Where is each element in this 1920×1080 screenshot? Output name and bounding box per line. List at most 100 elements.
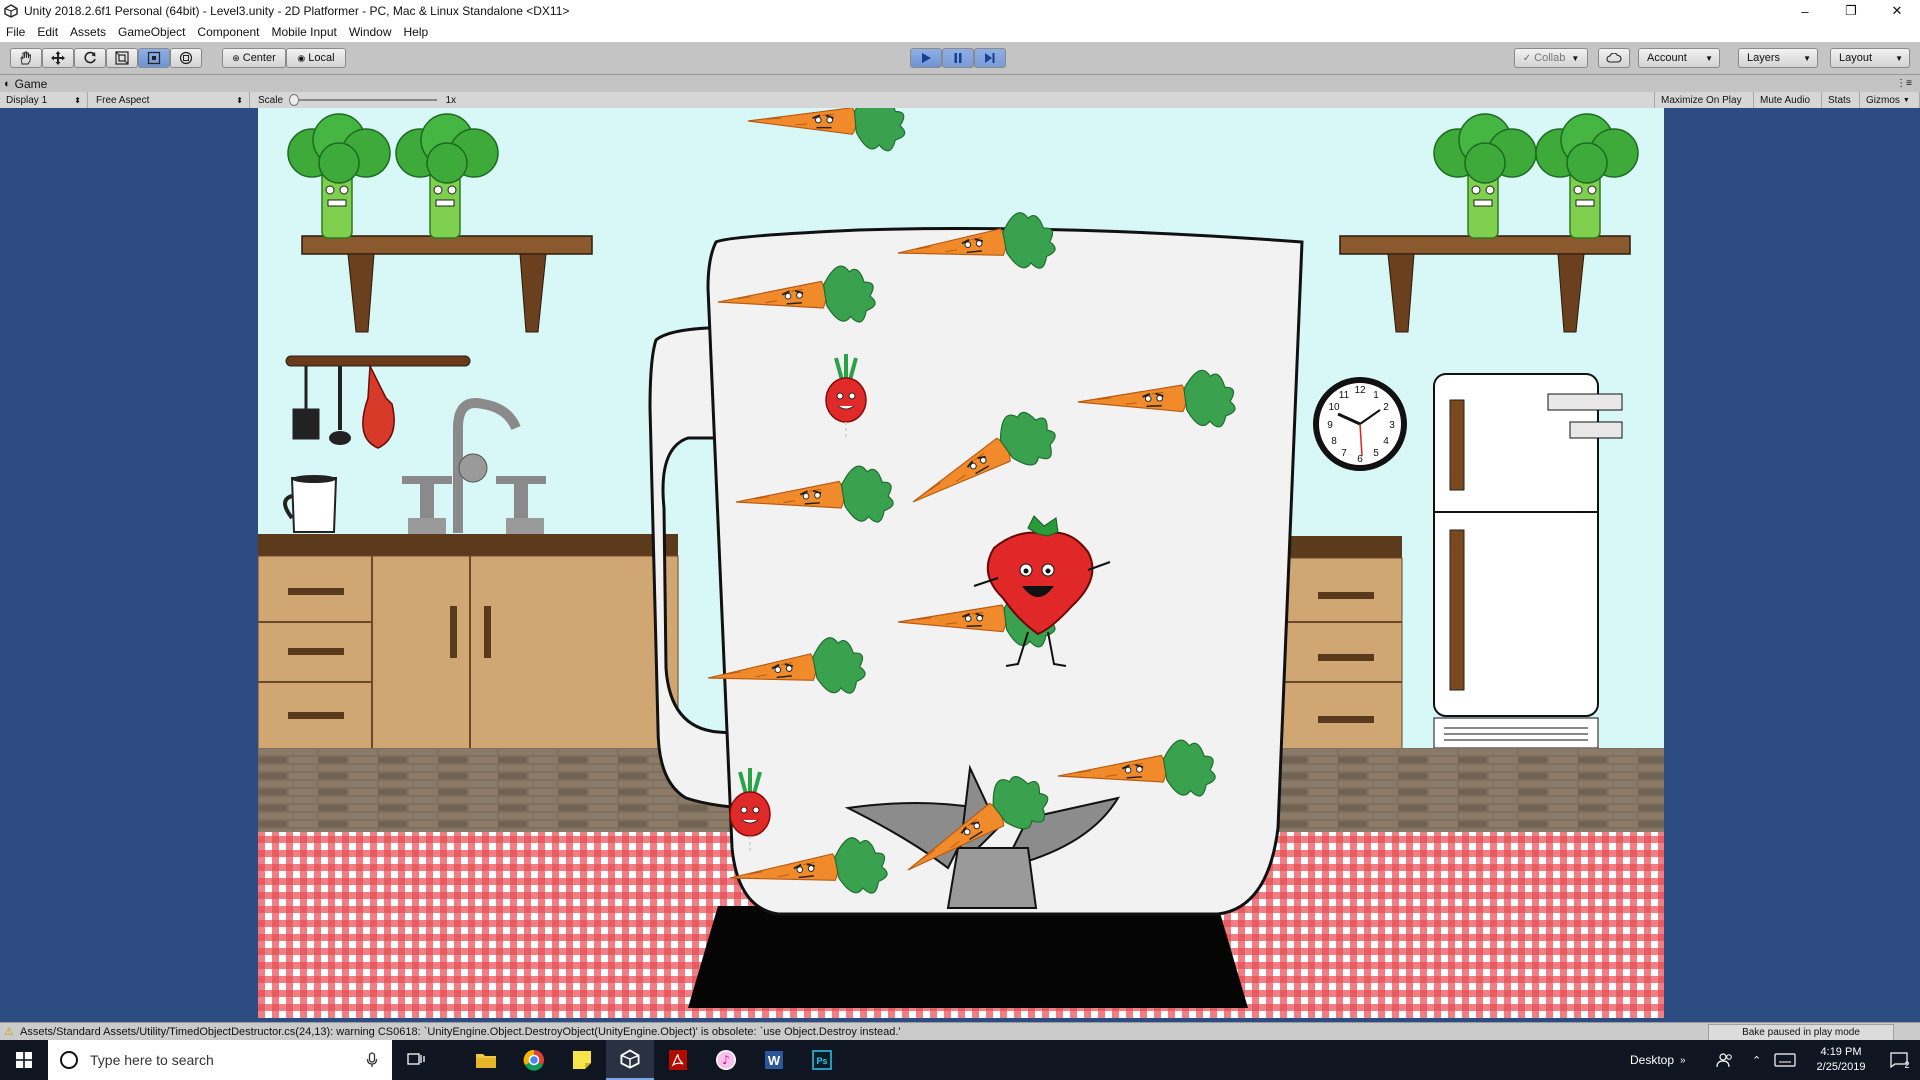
unity-logo-icon: [4, 4, 18, 18]
hand-tool-button[interactable]: [10, 48, 42, 68]
clock-numeral-1: 1: [1373, 390, 1379, 401]
pivot-space-label: Local: [308, 52, 335, 64]
action-center-button[interactable]: 2: [1880, 1040, 1920, 1080]
pivot-mode-label: Center: [242, 52, 276, 64]
account-dropdown[interactable]: Account ▼: [1638, 48, 1720, 68]
unity-icon: [620, 1049, 640, 1069]
scale-slider-thumb[interactable]: [289, 94, 300, 106]
start-button[interactable]: [0, 1040, 48, 1080]
step-button[interactable]: [974, 48, 1006, 68]
menu-help[interactable]: Help: [398, 25, 435, 39]
photoshop-icon: Ps: [812, 1050, 832, 1070]
scale-slider[interactable]: [289, 94, 438, 106]
photoshop-app[interactable]: Ps: [798, 1040, 846, 1080]
game-view-toolbar: Display 1 ⬍ Free Aspect ⬍ Scale 1x Maxim…: [0, 92, 1920, 109]
task-view-button[interactable]: [392, 1040, 440, 1080]
pivot-icon: ⊕: [232, 52, 240, 63]
task-view-icon: [407, 1053, 425, 1065]
chevron-down-icon: ▼: [1705, 53, 1713, 63]
transform-tool-button[interactable]: [170, 48, 202, 68]
bake-status: Bake paused in play mode: [1708, 1024, 1894, 1041]
keyboard-icon[interactable]: [1774, 1040, 1796, 1080]
layout-label: Layout: [1839, 52, 1873, 64]
clock-numeral-10: 10: [1328, 402, 1340, 413]
menu-component[interactable]: Component: [191, 25, 265, 39]
restore-button[interactable]: ❐: [1828, 0, 1874, 22]
clock-numeral-7: 7: [1341, 448, 1347, 459]
windows-logo-icon: [16, 1052, 32, 1068]
panel-tab-bar: [0, 75, 1920, 92]
clock-numeral-12: 12: [1354, 385, 1366, 396]
menu-edit[interactable]: Edit: [31, 25, 64, 39]
collab-button[interactable]: ✓ Collab ▼: [1514, 48, 1588, 68]
close-button[interactable]: ✕: [1874, 0, 1920, 22]
play-button[interactable]: [910, 48, 942, 68]
aspect-dropdown[interactable]: Free Aspect ⬍: [90, 92, 250, 108]
clock-time: 4:19 PM: [1820, 1046, 1862, 1058]
game-tab-label: Game: [14, 77, 48, 91]
taskbar-search[interactable]: Type here to search: [48, 1040, 392, 1080]
clock-numeral-5: 5: [1373, 448, 1379, 459]
menu-gameobject[interactable]: GameObject: [112, 25, 191, 39]
chrome-app[interactable]: [510, 1040, 558, 1080]
maximize-on-play-toggle[interactable]: Maximize On Play: [1654, 92, 1754, 108]
sticky-notes-app[interactable]: [558, 1040, 606, 1080]
folder-icon: [476, 1054, 496, 1068]
acrobat-app[interactable]: [654, 1040, 702, 1080]
tray-overflow-icon[interactable]: ⌃: [1752, 1040, 1761, 1080]
layout-dropdown[interactable]: Layout ▼: [1830, 48, 1910, 68]
menu-window[interactable]: Window: [343, 25, 398, 39]
step-icon: [985, 53, 995, 63]
menu-file[interactable]: File: [0, 25, 31, 39]
console-message: Assets/Standard Assets/Utility/TimedObje…: [20, 1026, 901, 1038]
updown-icon: ⬍: [74, 95, 81, 105]
play-icon: [922, 53, 931, 63]
svg-text:W: W: [768, 1053, 781, 1068]
notification-count: 2: [1904, 1060, 1910, 1070]
unity-app[interactable]: [606, 1040, 654, 1080]
menu-mobile-input[interactable]: Mobile Input: [265, 25, 342, 39]
pause-icon: [954, 53, 962, 63]
rotate-tool-button[interactable]: [74, 48, 106, 68]
stats-toggle[interactable]: Stats: [1822, 92, 1860, 108]
transform-icon: [179, 51, 193, 65]
people-icon[interactable]: [1716, 1040, 1734, 1080]
move-tool-button[interactable]: [42, 48, 74, 68]
gizmos-dropdown[interactable]: Gizmos ▼: [1860, 92, 1920, 108]
check-icon: ✓: [1522, 52, 1532, 64]
system-clock[interactable]: 4:19 PM 2/25/2019: [1806, 1040, 1876, 1080]
microphone-icon[interactable]: [366, 1052, 378, 1068]
itunes-app[interactable]: ♪: [702, 1040, 750, 1080]
file-explorer-app[interactable]: [462, 1040, 510, 1080]
main-toolbar: ⊕ Center ◉ Local ✓ Collab ▼ Account ▼ La…: [0, 42, 1920, 75]
mute-audio-label: Mute Audio: [1760, 94, 1811, 106]
account-label: Account: [1647, 52, 1687, 64]
display-dropdown[interactable]: Display 1 ⬍: [0, 92, 88, 108]
mute-audio-toggle[interactable]: Mute Audio: [1754, 92, 1822, 108]
scale-tool-button[interactable]: [106, 48, 138, 68]
move-arrows-icon: [51, 51, 65, 65]
scale-value: 1x: [445, 94, 456, 106]
game-tab[interactable]: ◐ Game: [4, 76, 47, 92]
chevron-right-icon: »: [1680, 1054, 1686, 1066]
layers-dropdown[interactable]: Layers ▼: [1738, 48, 1818, 68]
menu-assets[interactable]: Assets: [64, 25, 112, 39]
pause-button[interactable]: [942, 48, 974, 68]
minimize-button[interactable]: –: [1782, 0, 1828, 22]
cloud-button[interactable]: [1598, 48, 1630, 68]
clock-numeral-3: 3: [1389, 420, 1395, 431]
collab-label: Collab: [1534, 52, 1566, 64]
chevron-down-icon: ▼: [1902, 96, 1910, 104]
title-bar: Unity 2018.2.6f1 Personal (64bit) - Leve…: [0, 0, 1920, 22]
scale-label: Scale: [258, 94, 284, 106]
word-app[interactable]: W: [750, 1040, 798, 1080]
panel-menu-icon[interactable]: ⋮≡: [1896, 78, 1912, 89]
game-scene[interactable]: 12 1 2 3 4 5 6 7 8 9 10 11: [258, 108, 1664, 1018]
console-status-bar[interactable]: ⚠ Assets/Standard Assets/Utility/TimedOb…: [0, 1022, 1920, 1041]
pivot-space-button[interactable]: ◉ Local: [286, 48, 346, 68]
scale-control: Scale 1x: [252, 92, 462, 108]
rect-tool-button[interactable]: [138, 48, 170, 68]
clock-numeral-4: 4: [1383, 436, 1389, 447]
desktop-toolbar[interactable]: Desktop »: [1630, 1040, 1686, 1080]
pivot-mode-button[interactable]: ⊕ Center: [222, 48, 286, 68]
